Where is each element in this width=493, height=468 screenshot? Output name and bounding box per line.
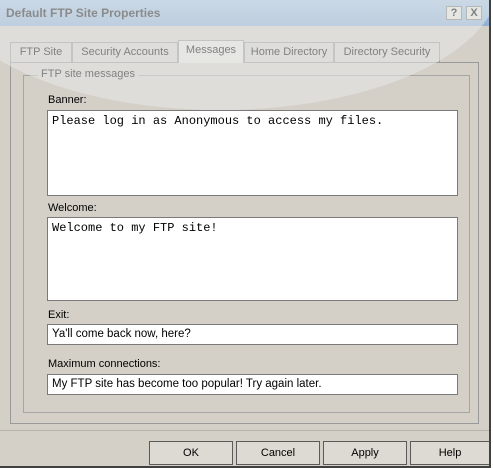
welcome-label: Welcome: — [48, 202, 97, 214]
help-button[interactable]: Help — [410, 441, 489, 465]
tab-messages[interactable]: Messages — [178, 40, 244, 63]
max-connections-label: Maximum connections: — [48, 358, 161, 370]
welcome-textarea[interactable]: Welcome to my FTP site! — [47, 217, 458, 301]
apply-button[interactable]: Apply — [323, 441, 407, 465]
banner-label: Banner: — [48, 94, 87, 106]
exit-input[interactable]: Ya'll come back now, here? — [47, 324, 458, 345]
help-title-button[interactable]: ? — [446, 6, 462, 20]
properties-dialog: Default FTP Site Properties ? X FTP Site… — [0, 0, 491, 468]
window-title: Default FTP Site Properties — [6, 6, 161, 20]
tab-home-directory[interactable]: Home Directory — [244, 42, 334, 62]
ok-button[interactable]: OK — [149, 441, 233, 465]
close-button[interactable]: X — [466, 6, 482, 20]
max-connections-input[interactable]: My FTP site has become too popular! Try … — [47, 374, 458, 395]
banner-textarea[interactable]: Please log in as Anonymous to access my … — [47, 110, 458, 196]
button-separator — [0, 430, 489, 431]
exit-label: Exit: — [48, 309, 70, 321]
title-bar[interactable]: Default FTP Site Properties ? X — [0, 0, 489, 26]
tab-security-accounts[interactable]: Security Accounts — [72, 42, 178, 62]
group-title: FTP site messages — [38, 68, 138, 80]
cancel-button[interactable]: Cancel — [236, 441, 320, 465]
tab-directory-security[interactable]: Directory Security — [334, 42, 440, 62]
tab-ftp-site[interactable]: FTP Site — [10, 42, 72, 62]
